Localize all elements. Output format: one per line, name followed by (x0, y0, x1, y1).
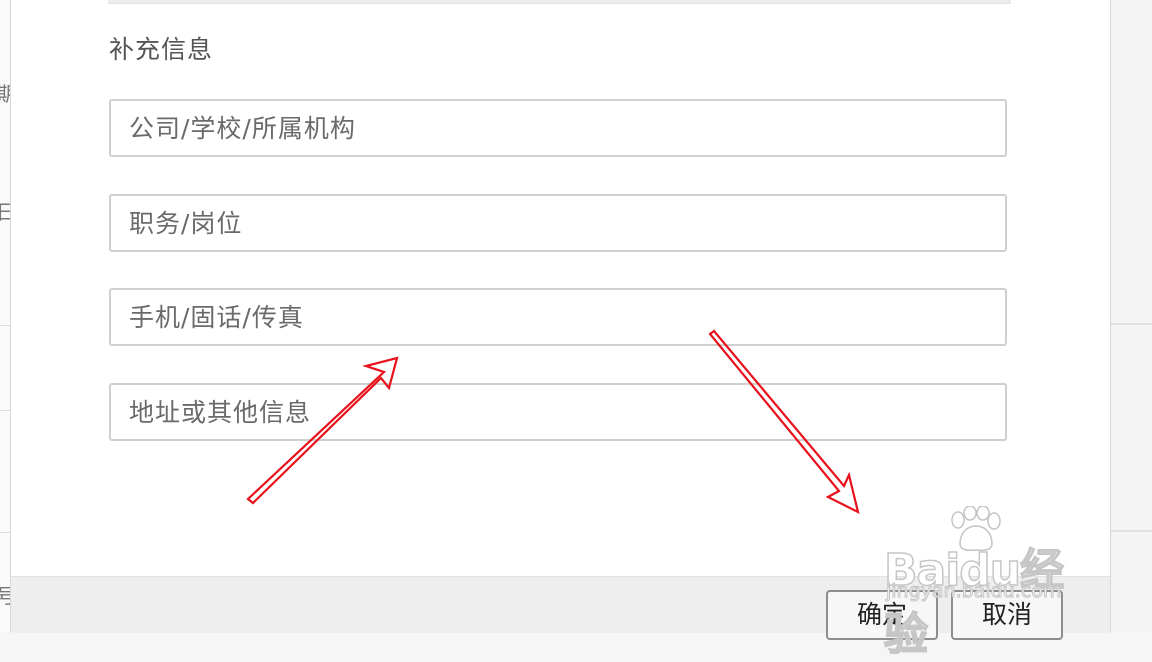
dialog-footer: 确定 取消 (11, 576, 1110, 640)
confirm-button[interactable]: 确定 (826, 590, 938, 640)
section-title: 补充信息 (109, 35, 214, 64)
cancel-button[interactable]: 取消 (951, 590, 1063, 640)
supplementary-info-dialog: 补充信息 确定 取消 (10, 0, 1111, 640)
address-other-field[interactable] (109, 383, 1007, 441)
job-title-input[interactable] (111, 196, 1005, 250)
background-divider (0, 325, 10, 326)
top-divider (108, 0, 1011, 4)
job-title-field[interactable] (109, 194, 1007, 252)
address-other-input[interactable] (111, 385, 1005, 439)
organization-input[interactable] (111, 101, 1005, 155)
background-divider (0, 410, 10, 411)
organization-field[interactable] (109, 99, 1007, 157)
background-divider (1110, 530, 1152, 532)
background-divider (1110, 323, 1152, 325)
background-divider (0, 532, 10, 533)
phone-fax-field[interactable] (109, 288, 1007, 346)
phone-fax-input[interactable] (111, 290, 1005, 344)
background-page-right (1110, 0, 1152, 632)
